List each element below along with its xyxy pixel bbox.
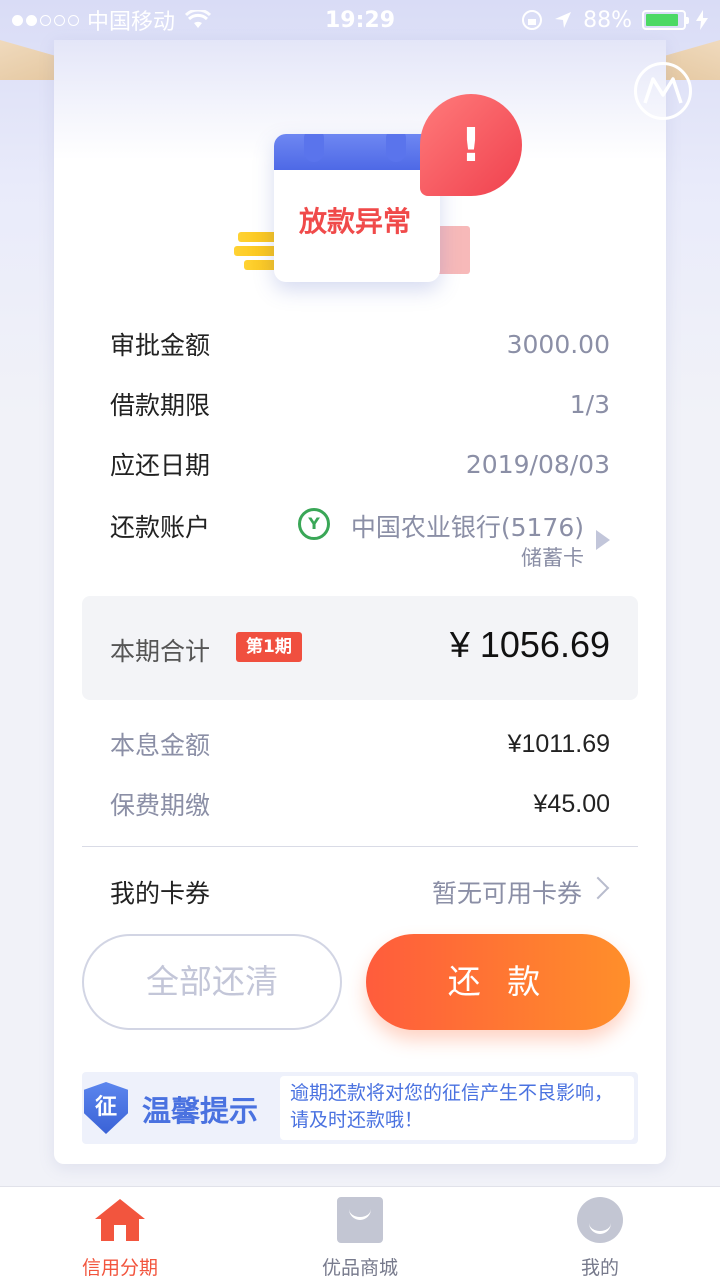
account-label: 还款账户 <box>110 513 211 542</box>
tab-label: 优品商城 <box>321 1257 398 1279</box>
card-type: 储蓄卡 <box>521 546 584 570</box>
approval-row: 审批金额 3000.00 <box>110 324 610 364</box>
repayment-account-row[interactable]: 还款账户 Y 中国农业银行(5176) 储蓄卡 <box>110 508 610 576</box>
due-date-row: 应还日期 2019/08/03 <box>110 444 610 484</box>
fee-value: ¥45.00 <box>533 789 610 818</box>
alert-icon: ! <box>420 94 522 196</box>
tab-credit-installment[interactable]: 信用分期 <box>0 1187 240 1280</box>
tab-label: 我的 <box>580 1257 619 1279</box>
status-illustration: ! <box>234 90 534 290</box>
abc-bank-icon: Y <box>298 508 330 540</box>
status-bar: 中国移动 19:29 88% <box>0 0 720 40</box>
approval-label: 审批金额 <box>110 331 211 360</box>
repay-button[interactable]: 还 款 <box>366 934 630 1030</box>
fee-label: 保费期缴 <box>110 791 211 820</box>
period-badge: 第1期 <box>236 632 302 662</box>
principal-row: 本息金额 ¥1011.69 <box>110 724 610 764</box>
period-total: 本期合计 第1期 ¥ 1056.69 <box>82 596 638 700</box>
term-row: 借款期限 1/3 <box>110 384 610 424</box>
term-label: 借款期限 <box>110 391 211 420</box>
due-date-label: 应还日期 <box>110 451 211 480</box>
tab-me[interactable]: 我的 <box>480 1187 720 1280</box>
status-title: 放款异常 <box>298 205 411 238</box>
home-icon <box>95 1199 145 1241</box>
battery-icon <box>642 10 689 30</box>
total-label: 本期合计 <box>110 637 211 666</box>
repay-all-button[interactable]: 全部还清 <box>82 934 342 1030</box>
term-value: 1/3 <box>569 389 610 419</box>
fee-row: 保费期缴 ¥45.00 <box>110 784 610 824</box>
chevron-right-icon <box>586 876 610 900</box>
coupon-value: 暂无可用卡券 <box>431 879 582 908</box>
tip-text: 逾期还款将对您的征信产生不良影响，请及时还款哦！ <box>280 1076 634 1140</box>
credit-shield-icon: 征 <box>84 1082 128 1134</box>
warm-tip: 征 温馨提示 逾期还款将对您的征信产生不良影响，请及时还款哦！ <box>82 1072 638 1144</box>
principal-value: ¥1011.69 <box>507 729 610 758</box>
tab-bar: 信用分期 优品商城 我的 <box>0 1186 720 1280</box>
shopping-bag-icon <box>337 1197 383 1243</box>
principal-label: 本息金额 <box>110 731 211 760</box>
user-icon <box>577 1197 623 1243</box>
bank-name: 中国农业银行(5176) <box>350 513 584 542</box>
coupon-label: 我的卡券 <box>110 879 211 908</box>
tip-title: 温馨提示 <box>142 1094 259 1128</box>
tab-label: 信用分期 <box>81 1257 158 1279</box>
divider <box>82 846 638 847</box>
clock: 19:29 <box>324 7 396 33</box>
coupon-row[interactable]: 我的卡券 暂无可用卡券 <box>110 870 610 910</box>
tab-mall[interactable]: 优品商城 <box>240 1187 480 1280</box>
total-amount: ¥ 1056.69 <box>449 624 610 665</box>
loan-detail-card: ! 放款异常 审批金额 3000.00 借款期限 1/3 应还日期 2019/0… <box>54 40 666 1164</box>
caret-right-icon <box>596 530 610 550</box>
approval-value: 3000.00 <box>506 329 610 359</box>
brand-logo-icon[interactable] <box>634 62 692 120</box>
due-date-value: 2019/08/03 <box>465 449 610 479</box>
